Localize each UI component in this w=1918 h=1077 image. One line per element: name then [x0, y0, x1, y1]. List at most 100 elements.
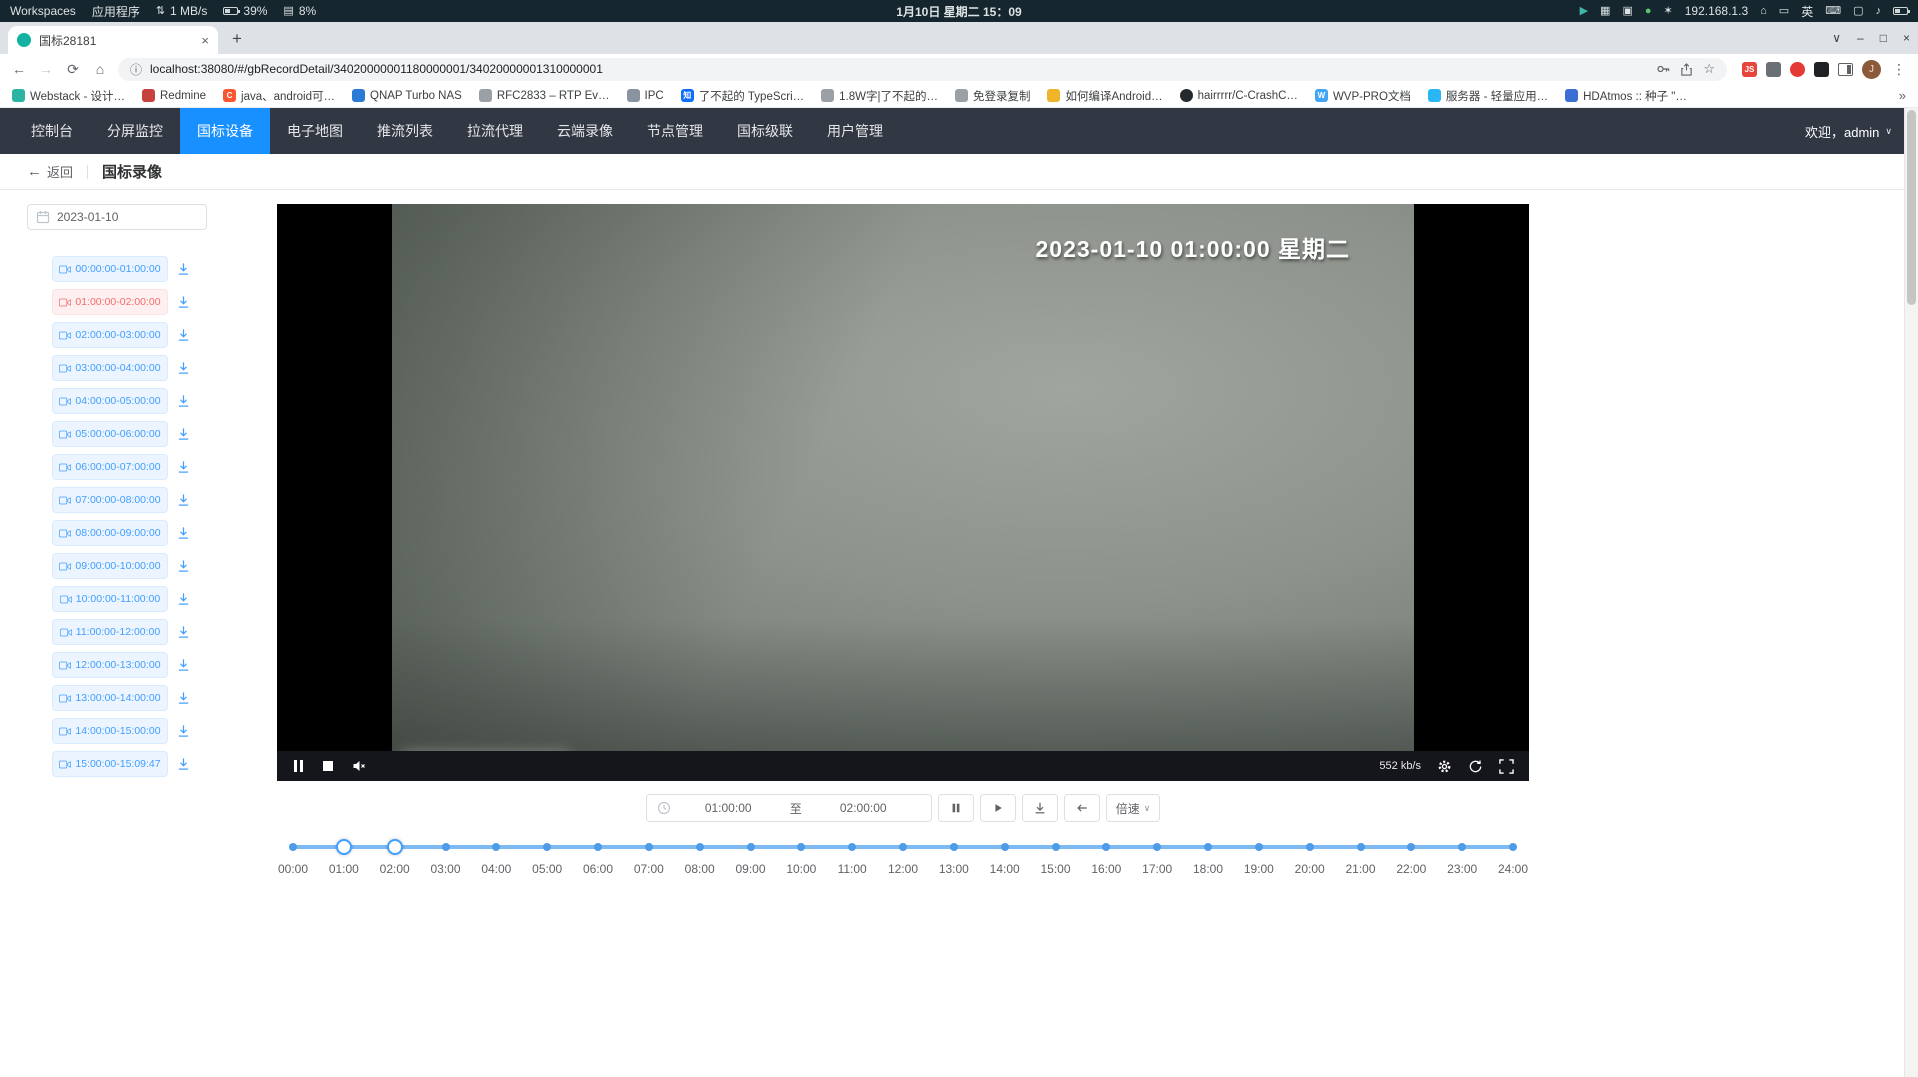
- segment-button[interactable]: 08:00:00-09:00:00: [52, 520, 168, 546]
- nav-item-6[interactable]: 拉流代理: [450, 108, 540, 154]
- bookmark-item[interactable]: 1.8W字|了不起的…: [821, 88, 938, 104]
- password-key-icon[interactable]: [1656, 62, 1670, 76]
- bookmark-star-icon[interactable]: ☆: [1703, 61, 1715, 77]
- keyboard-icon[interactable]: ⌨: [1825, 6, 1841, 17]
- tab-close-icon[interactable]: ×: [201, 33, 209, 48]
- segment-button[interactable]: 02:00:00-03:00:00: [52, 322, 168, 348]
- bookmark-item[interactable]: Cjava、android可…: [223, 88, 335, 104]
- segment-button[interactable]: 03:00:00-04:00:00: [52, 355, 168, 381]
- segment-download-icon[interactable]: [177, 559, 190, 573]
- player-pause-icon[interactable]: [292, 760, 304, 772]
- window-minimize-button[interactable]: –: [1857, 31, 1864, 45]
- nav-item-4[interactable]: 电子地图: [270, 108, 360, 154]
- browser-menu-icon[interactable]: ⋮: [1890, 61, 1908, 78]
- media-play-icon[interactable]: ▶: [1580, 6, 1588, 17]
- segment-button[interactable]: 13:00:00-14:00:00: [52, 685, 168, 711]
- bookmark-item[interactable]: 如何编译Android…: [1047, 88, 1162, 104]
- timeline-handle[interactable]: [336, 839, 352, 855]
- player-stop-icon[interactable]: [323, 761, 333, 771]
- side-panel-icon[interactable]: [1838, 63, 1853, 76]
- player-volume-muted-icon[interactable]: [352, 759, 367, 773]
- nav-item-10[interactable]: 用户管理: [810, 108, 900, 154]
- player-refresh-icon[interactable]: [1468, 759, 1483, 774]
- screenshot-icon[interactable]: ▦: [1600, 6, 1610, 17]
- segment-download-icon[interactable]: [177, 658, 190, 672]
- segment-download-icon[interactable]: [177, 328, 190, 342]
- user-menu[interactable]: 欢迎，admin ∨: [1805, 122, 1918, 141]
- bookmark-item[interactable]: WWVP-PRO文档: [1315, 88, 1411, 104]
- browser-forward-icon[interactable]: →: [37, 61, 55, 77]
- bookmark-item[interactable]: Redmine: [142, 89, 206, 102]
- segment-download-icon[interactable]: [177, 427, 190, 441]
- start-time-input[interactable]: 01:00:00: [671, 801, 786, 815]
- segment-button[interactable]: 06:00:00-07:00:00: [52, 454, 168, 480]
- segment-button[interactable]: 09:00:00-10:00:00: [52, 553, 168, 579]
- segment-download-icon[interactable]: [177, 757, 190, 771]
- page-scrollbar[interactable]: [1904, 108, 1918, 1077]
- download-button[interactable]: [1022, 794, 1058, 822]
- bookmark-item[interactable]: 免登录复制: [955, 88, 1031, 104]
- time-range-picker[interactable]: 01:00:00 至 02:00:00: [646, 794, 932, 822]
- pause-button[interactable]: [938, 794, 974, 822]
- segment-download-icon[interactable]: [177, 262, 190, 276]
- segment-button[interactable]: 05:00:00-06:00:00: [52, 421, 168, 447]
- bookmarks-overflow-icon[interactable]: »: [1899, 88, 1906, 103]
- segment-button[interactable]: 00:00:00-01:00:00: [52, 256, 168, 282]
- tab-search-icon[interactable]: ∨: [1832, 31, 1841, 45]
- volume-icon[interactable]: ♪: [1876, 6, 1882, 17]
- back-button[interactable]: ← 返回: [27, 162, 73, 181]
- segment-button[interactable]: 07:00:00-08:00:00: [52, 487, 168, 513]
- ip-address[interactable]: 192.168.1.3: [1685, 4, 1748, 18]
- url-text[interactable]: localhost:38080/#/gbRecordDetail/3402000…: [150, 62, 1648, 76]
- segment-download-icon[interactable]: [177, 724, 190, 738]
- nav-item-1[interactable]: 控制台: [14, 108, 90, 154]
- seek-back-button[interactable]: [1064, 794, 1100, 822]
- segment-button[interactable]: 12:00:00-13:00:00: [52, 652, 168, 678]
- bookmark-item[interactable]: Webstack - 设计…: [12, 88, 125, 104]
- player-settings-gear-icon[interactable]: [1437, 759, 1452, 774]
- clipboard-icon[interactable]: ▣: [1622, 6, 1632, 17]
- segment-button[interactable]: 14:00:00-15:00:00: [52, 718, 168, 744]
- home-icon[interactable]: ⌂: [1760, 6, 1767, 17]
- extension-icon[interactable]: [1790, 62, 1805, 77]
- nav-item-8[interactable]: 节点管理: [630, 108, 720, 154]
- segment-download-icon[interactable]: [177, 460, 190, 474]
- address-bar[interactable]: ⓘ localhost:38080/#/gbRecordDetail/34020…: [118, 58, 1727, 81]
- segment-download-icon[interactable]: [177, 493, 190, 507]
- segment-download-icon[interactable]: [177, 361, 190, 375]
- nav-item-3[interactable]: 国标设备: [180, 108, 270, 154]
- bookmark-item[interactable]: RFC2833 – RTP Ev…: [479, 89, 610, 102]
- player-fullscreen-icon[interactable]: [1499, 759, 1514, 774]
- bookmark-item[interactable]: IPC: [627, 89, 664, 102]
- display-icon[interactable]: ▢: [1853, 6, 1863, 17]
- timeline[interactable]: 00:0001:0002:0003:0004:0005:0006:0007:00…: [277, 832, 1529, 882]
- applications-button[interactable]: 应用程序: [92, 3, 140, 20]
- bookmark-item[interactable]: 服务器 - 轻量应用…: [1428, 88, 1548, 104]
- extension-icon[interactable]: [1814, 62, 1829, 77]
- segment-download-icon[interactable]: [177, 625, 190, 639]
- speed-dropdown[interactable]: 倍速 ∨: [1106, 794, 1161, 822]
- input-method-indicator[interactable]: 英: [1801, 3, 1813, 20]
- site-info-icon[interactable]: ⓘ: [130, 61, 142, 78]
- browser-back-icon[interactable]: ←: [10, 61, 28, 77]
- segment-download-icon[interactable]: [177, 295, 190, 309]
- play-button[interactable]: [980, 794, 1016, 822]
- scrollbar-thumb[interactable]: [1907, 110, 1916, 305]
- nav-item-7[interactable]: 云端录像: [540, 108, 630, 154]
- timeline-handle[interactable]: [387, 839, 403, 855]
- nav-item-9[interactable]: 国标级联: [720, 108, 810, 154]
- nav-item-2[interactable]: 分屏监控: [90, 108, 180, 154]
- tools-icon[interactable]: ✶: [1664, 6, 1673, 17]
- browser-tab[interactable]: 国标28181 ×: [8, 26, 218, 54]
- window-close-button[interactable]: ×: [1903, 31, 1910, 45]
- battery-status-icon[interactable]: [1893, 7, 1908, 15]
- clock[interactable]: 1月10日 星期二 15：09: [896, 3, 1021, 20]
- date-picker[interactable]: 2023-01-10: [27, 204, 207, 230]
- leaf-icon[interactable]: ●: [1645, 6, 1652, 17]
- segment-download-icon[interactable]: [177, 691, 190, 705]
- segment-download-icon[interactable]: [177, 592, 190, 606]
- window-restore-button[interactable]: □: [1880, 31, 1887, 45]
- bookmark-item[interactable]: QNAP Turbo NAS: [352, 89, 462, 102]
- segment-button[interactable]: 11:00:00-12:00:00: [52, 619, 168, 645]
- segment-download-icon[interactable]: [177, 394, 190, 408]
